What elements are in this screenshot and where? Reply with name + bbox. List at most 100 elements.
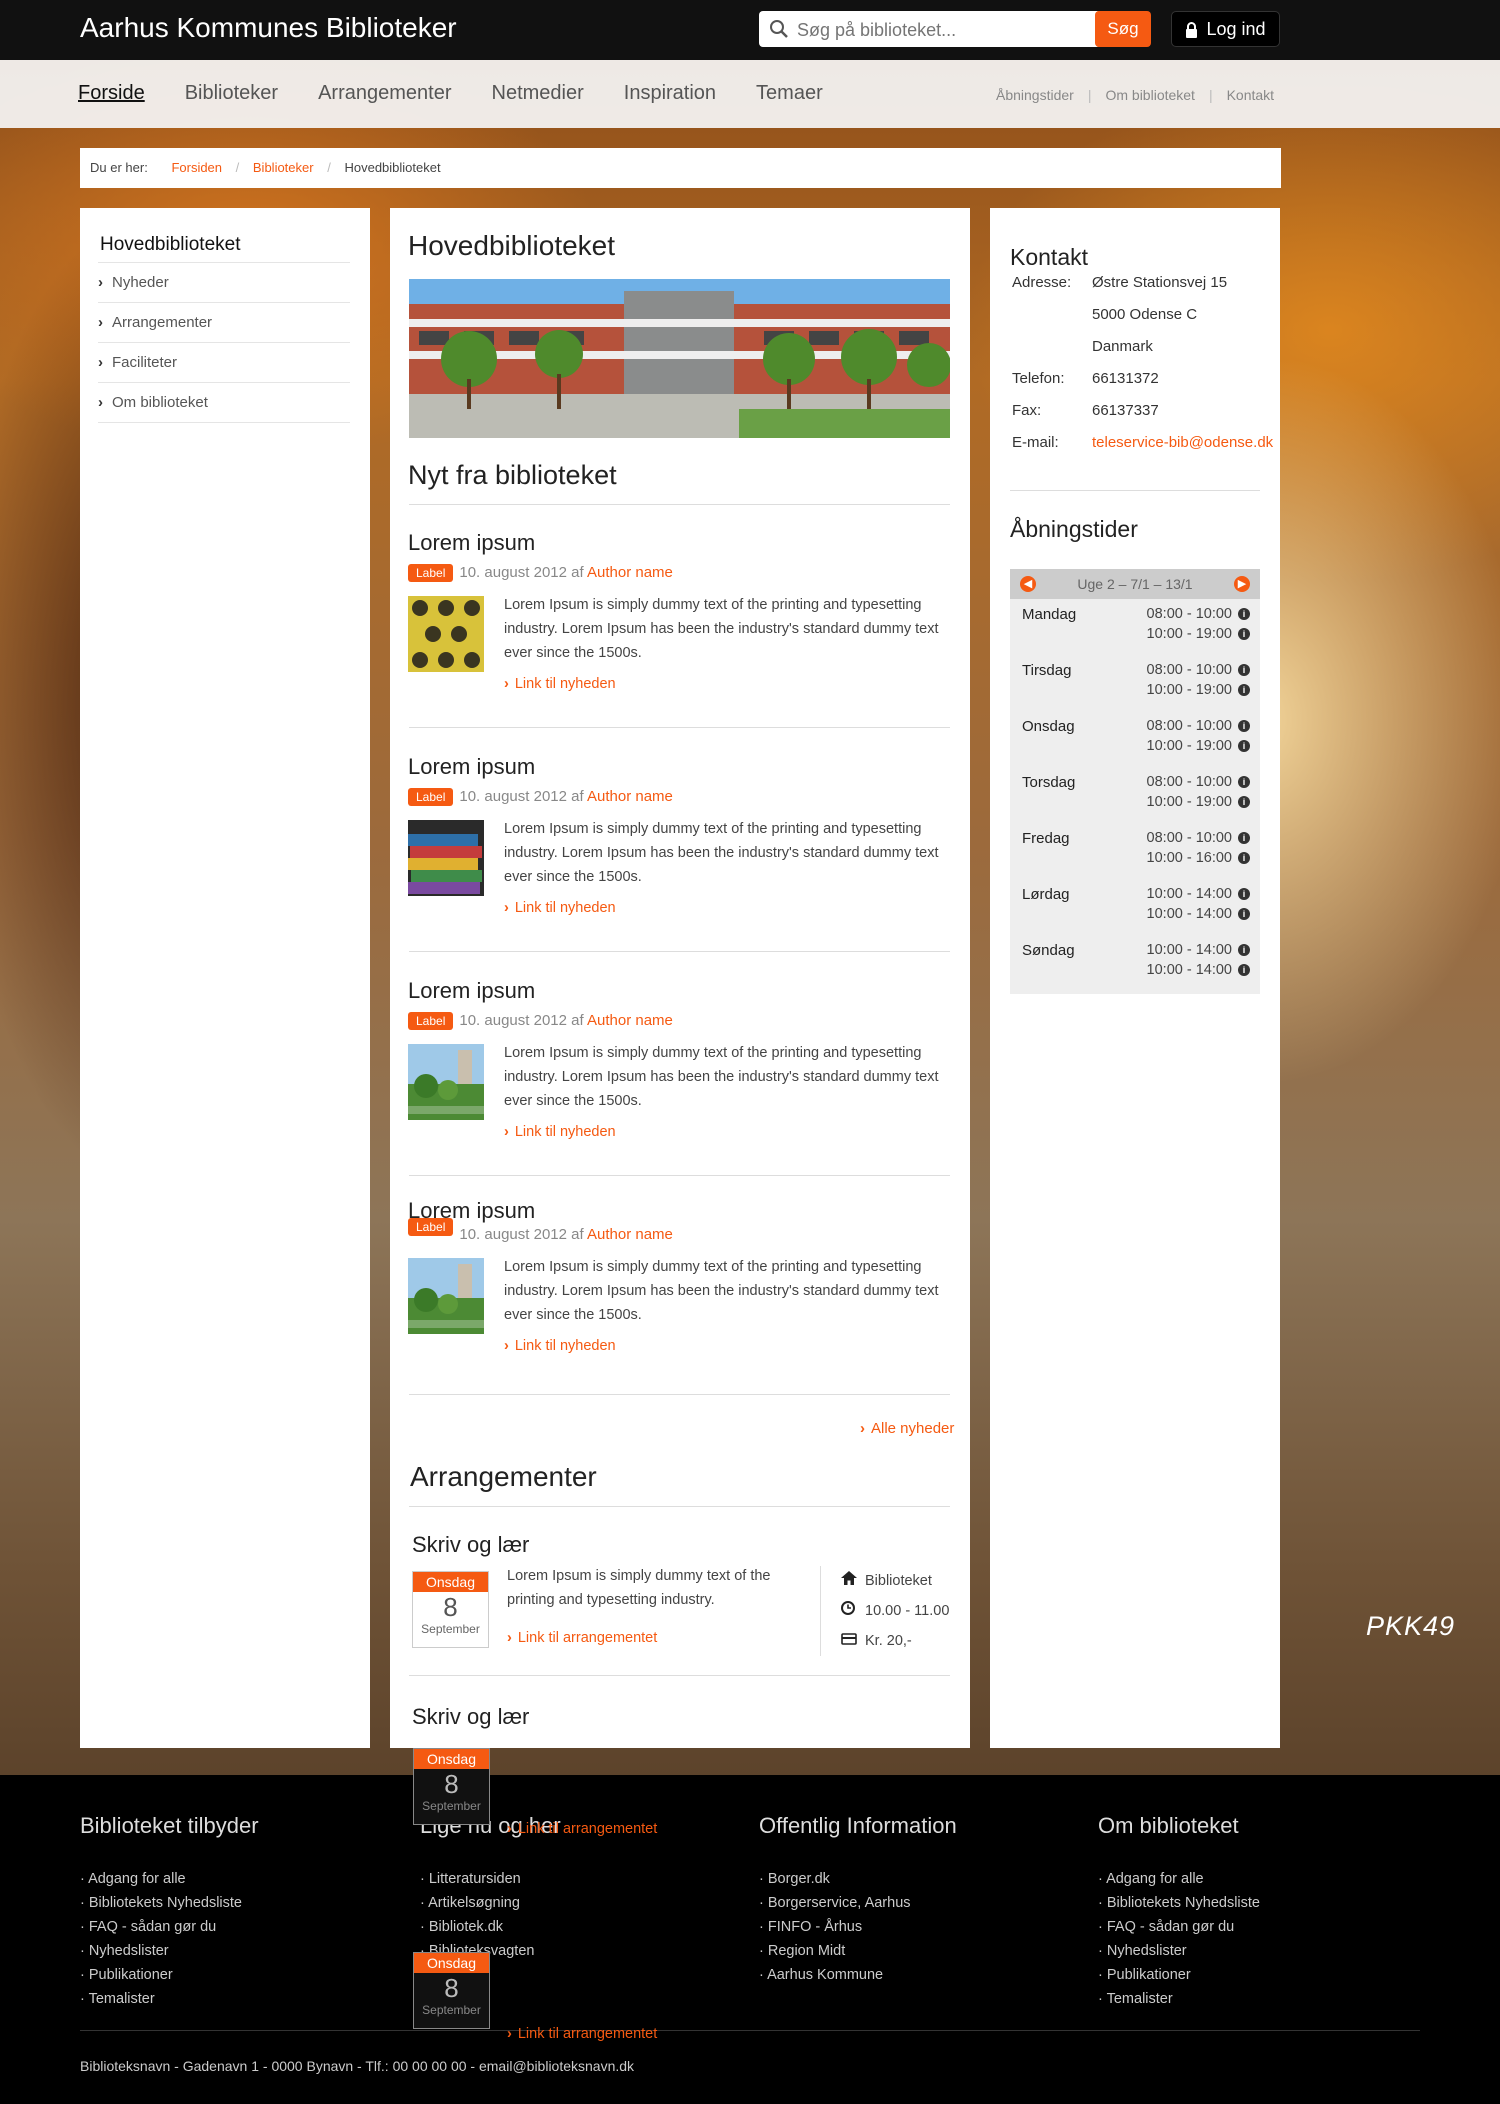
footer-link[interactable]: FAQ - sådan gør du — [1098, 1915, 1260, 1939]
contact-row: Adresse: Østre Stationsvej 15 — [1012, 274, 1273, 306]
chevron-right-icon: › — [98, 354, 103, 371]
footer-link[interactable]: FINFO - Århus — [759, 1915, 957, 1939]
info-icon[interactable]: i — [1238, 944, 1250, 956]
info-icon[interactable]: i — [1238, 888, 1250, 900]
breadcrumb-forsiden[interactable]: Forsiden — [171, 160, 222, 175]
footer-link[interactable]: Nyhedslister — [1098, 1939, 1260, 1963]
nav-item-netmedier[interactable]: Netmedier — [492, 82, 584, 105]
sidebar-item-arrangementer[interactable]: › Arrangementer — [98, 303, 350, 343]
footer-link[interactable]: Aarhus Kommune — [759, 1963, 957, 1987]
news-author-link[interactable]: Author name — [587, 1226, 673, 1243]
info-icon[interactable]: i — [1238, 908, 1250, 920]
footer-email-link[interactable]: email@biblioteksnavn.dk — [479, 2058, 634, 2074]
news-link[interactable]: › Link til nyheden — [504, 1124, 616, 1140]
info-icon[interactable]: i — [1238, 852, 1250, 864]
nav-item-forside[interactable]: Forside — [78, 82, 145, 105]
footer-link[interactable]: Adgang for alle — [80, 1867, 259, 1891]
event-link-overflow[interactable]: › Link til arrangementet — [507, 1821, 657, 1837]
clock-icon — [841, 1596, 865, 1626]
nav-item-temaer[interactable]: Temaer — [756, 82, 823, 105]
footer-link[interactable]: Region Midt — [759, 1939, 957, 1963]
news-title[interactable]: Lorem ipsum — [408, 754, 950, 780]
contact-key — [1012, 338, 1092, 370]
news-meta: Label 10. august 2012 af Author name — [408, 564, 950, 582]
info-icon[interactable]: i — [1238, 776, 1250, 788]
news-meta: Label 10. august 2012 af Author name — [408, 788, 950, 806]
info-icon[interactable]: i — [1238, 628, 1250, 640]
news-title[interactable]: Lorem ipsum — [408, 530, 950, 556]
info-icon[interactable]: i — [1238, 664, 1250, 676]
footer-link[interactable]: Borgerservice, Aarhus — [759, 1891, 957, 1915]
search-input[interactable] — [795, 11, 1069, 49]
footer-link[interactable]: Borger.dk — [759, 1867, 957, 1891]
news-author-link[interactable]: Author name — [587, 564, 673, 581]
info-icon[interactable]: i — [1238, 684, 1250, 696]
footer-link[interactable]: Bibliotekets Nyhedsliste — [80, 1891, 259, 1915]
footer-link[interactable]: Publikationer — [80, 1963, 259, 1987]
chevron-right-icon: › — [504, 1338, 509, 1354]
footer-link[interactable]: Artikelsøgning — [420, 1891, 561, 1915]
news-link[interactable]: › Link til nyheden — [504, 900, 616, 916]
news-title[interactable]: Lorem ipsum — [408, 1198, 950, 1224]
sidebar-title[interactable]: Hovedbiblioteket — [100, 234, 240, 256]
hours-day: Tirsdag — [1022, 662, 1072, 679]
chevron-right-icon: › — [860, 1420, 865, 1437]
nav-item-arrangementer[interactable]: Arrangementer — [318, 82, 451, 105]
hours-time: 08:00 - 10:00 i — [1147, 774, 1250, 790]
footer-link[interactable]: FAQ - sådan gør du — [80, 1915, 259, 1939]
site-title[interactable]: Aarhus Kommunes Biblioteker — [80, 12, 457, 44]
search-button[interactable]: Søg — [1095, 11, 1151, 47]
event-weekday: Onsdag — [413, 1572, 488, 1592]
info-icon[interactable]: i — [1238, 740, 1250, 752]
hours-time-label: 10:00 - 19:00 — [1146, 682, 1232, 698]
footer-column-title: Om biblioteket — [1098, 1813, 1239, 1838]
hours-row: Mandag 08:00 - 10:00 i 10:00 - 19:00 i — [1010, 599, 1260, 655]
news-link[interactable]: › Link til nyheden — [504, 676, 616, 692]
footer-link[interactable]: Nyhedslister — [80, 1939, 259, 1963]
info-icon[interactable]: i — [1238, 796, 1250, 808]
sidebar-item-faciliteter[interactable]: › Faciliteter — [98, 343, 350, 383]
hours-day: Fredag — [1022, 830, 1070, 847]
footer-link[interactable]: Bibliotek.dk — [420, 1915, 561, 1939]
news-link[interactable]: › Link til nyheden — [504, 1338, 616, 1354]
arrow-right-icon[interactable]: ▶ — [1234, 576, 1250, 592]
event-link-overflow[interactable]: › Link til arrangementet — [507, 2026, 657, 2042]
footer-link[interactable]: Temalister — [80, 1987, 259, 2011]
nav-item-inspiration[interactable]: Inspiration — [624, 82, 716, 105]
sidebar-item-nyheder[interactable]: › Nyheder — [98, 263, 350, 303]
news-author-link[interactable]: Author name — [587, 1012, 673, 1029]
news-author-link[interactable]: Author name — [587, 788, 673, 805]
util-link-abningstider[interactable]: Åbningstider — [996, 87, 1074, 103]
news-link-label: Link til nyheden — [514, 676, 616, 692]
nav-item-biblioteker[interactable]: Biblioteker — [185, 82, 278, 105]
event-title[interactable]: Skriv og lær — [412, 1704, 529, 1730]
chevron-right-icon: › — [507, 1630, 512, 1646]
sidebar-item-om-biblioteket[interactable]: › Om biblioteket — [98, 383, 350, 423]
contact-key — [1012, 306, 1092, 338]
footer-link[interactable]: Adgang for alle — [1098, 1867, 1260, 1891]
footer-link[interactable]: Temalister — [1098, 1987, 1260, 2011]
event-price-label: Kr. 20,- — [865, 1633, 912, 1649]
util-link-kontakt[interactable]: Kontakt — [1227, 87, 1274, 103]
info-icon[interactable]: i — [1238, 964, 1250, 976]
all-news-link[interactable]: › Alle nyheder — [860, 1420, 954, 1437]
event-title[interactable]: Skriv og lær — [412, 1532, 529, 1558]
event-link-label: Link til arrangementet — [517, 1821, 658, 1837]
util-link-om-biblioteket[interactable]: Om biblioteket — [1105, 87, 1194, 103]
news-title[interactable]: Lorem ipsum — [408, 978, 950, 1004]
info-icon[interactable]: i — [1238, 720, 1250, 732]
arrow-left-icon[interactable]: ◀ — [1020, 576, 1036, 592]
news-text: Lorem Ipsum is simply dummy text of the … — [504, 821, 939, 885]
contact-email-link[interactable]: teleservice-bib@odense.dk — [1092, 434, 1273, 451]
event-link[interactable]: › Link til arrangementet — [507, 1630, 657, 1646]
footer-link[interactable]: Publikationer — [1098, 1963, 1260, 1987]
login-button[interactable]: Log ind — [1171, 11, 1280, 47]
footer-link[interactable]: Litteratursiden — [420, 1867, 561, 1891]
breadcrumb-biblioteker[interactable]: Biblioteker — [253, 160, 314, 175]
footer-link[interactable]: Bibliotekets Nyhedsliste — [1098, 1891, 1260, 1915]
left-sidebar: Hovedbiblioteket › Nyheder › Arrangementer… — [80, 208, 370, 1748]
sidebar-list: › Nyheder › Arrangementer › Faciliteter › Om… — [98, 262, 350, 423]
hours-day: Onsdag — [1022, 718, 1075, 735]
info-icon[interactable]: i — [1238, 608, 1250, 620]
info-icon[interactable]: i — [1238, 832, 1250, 844]
